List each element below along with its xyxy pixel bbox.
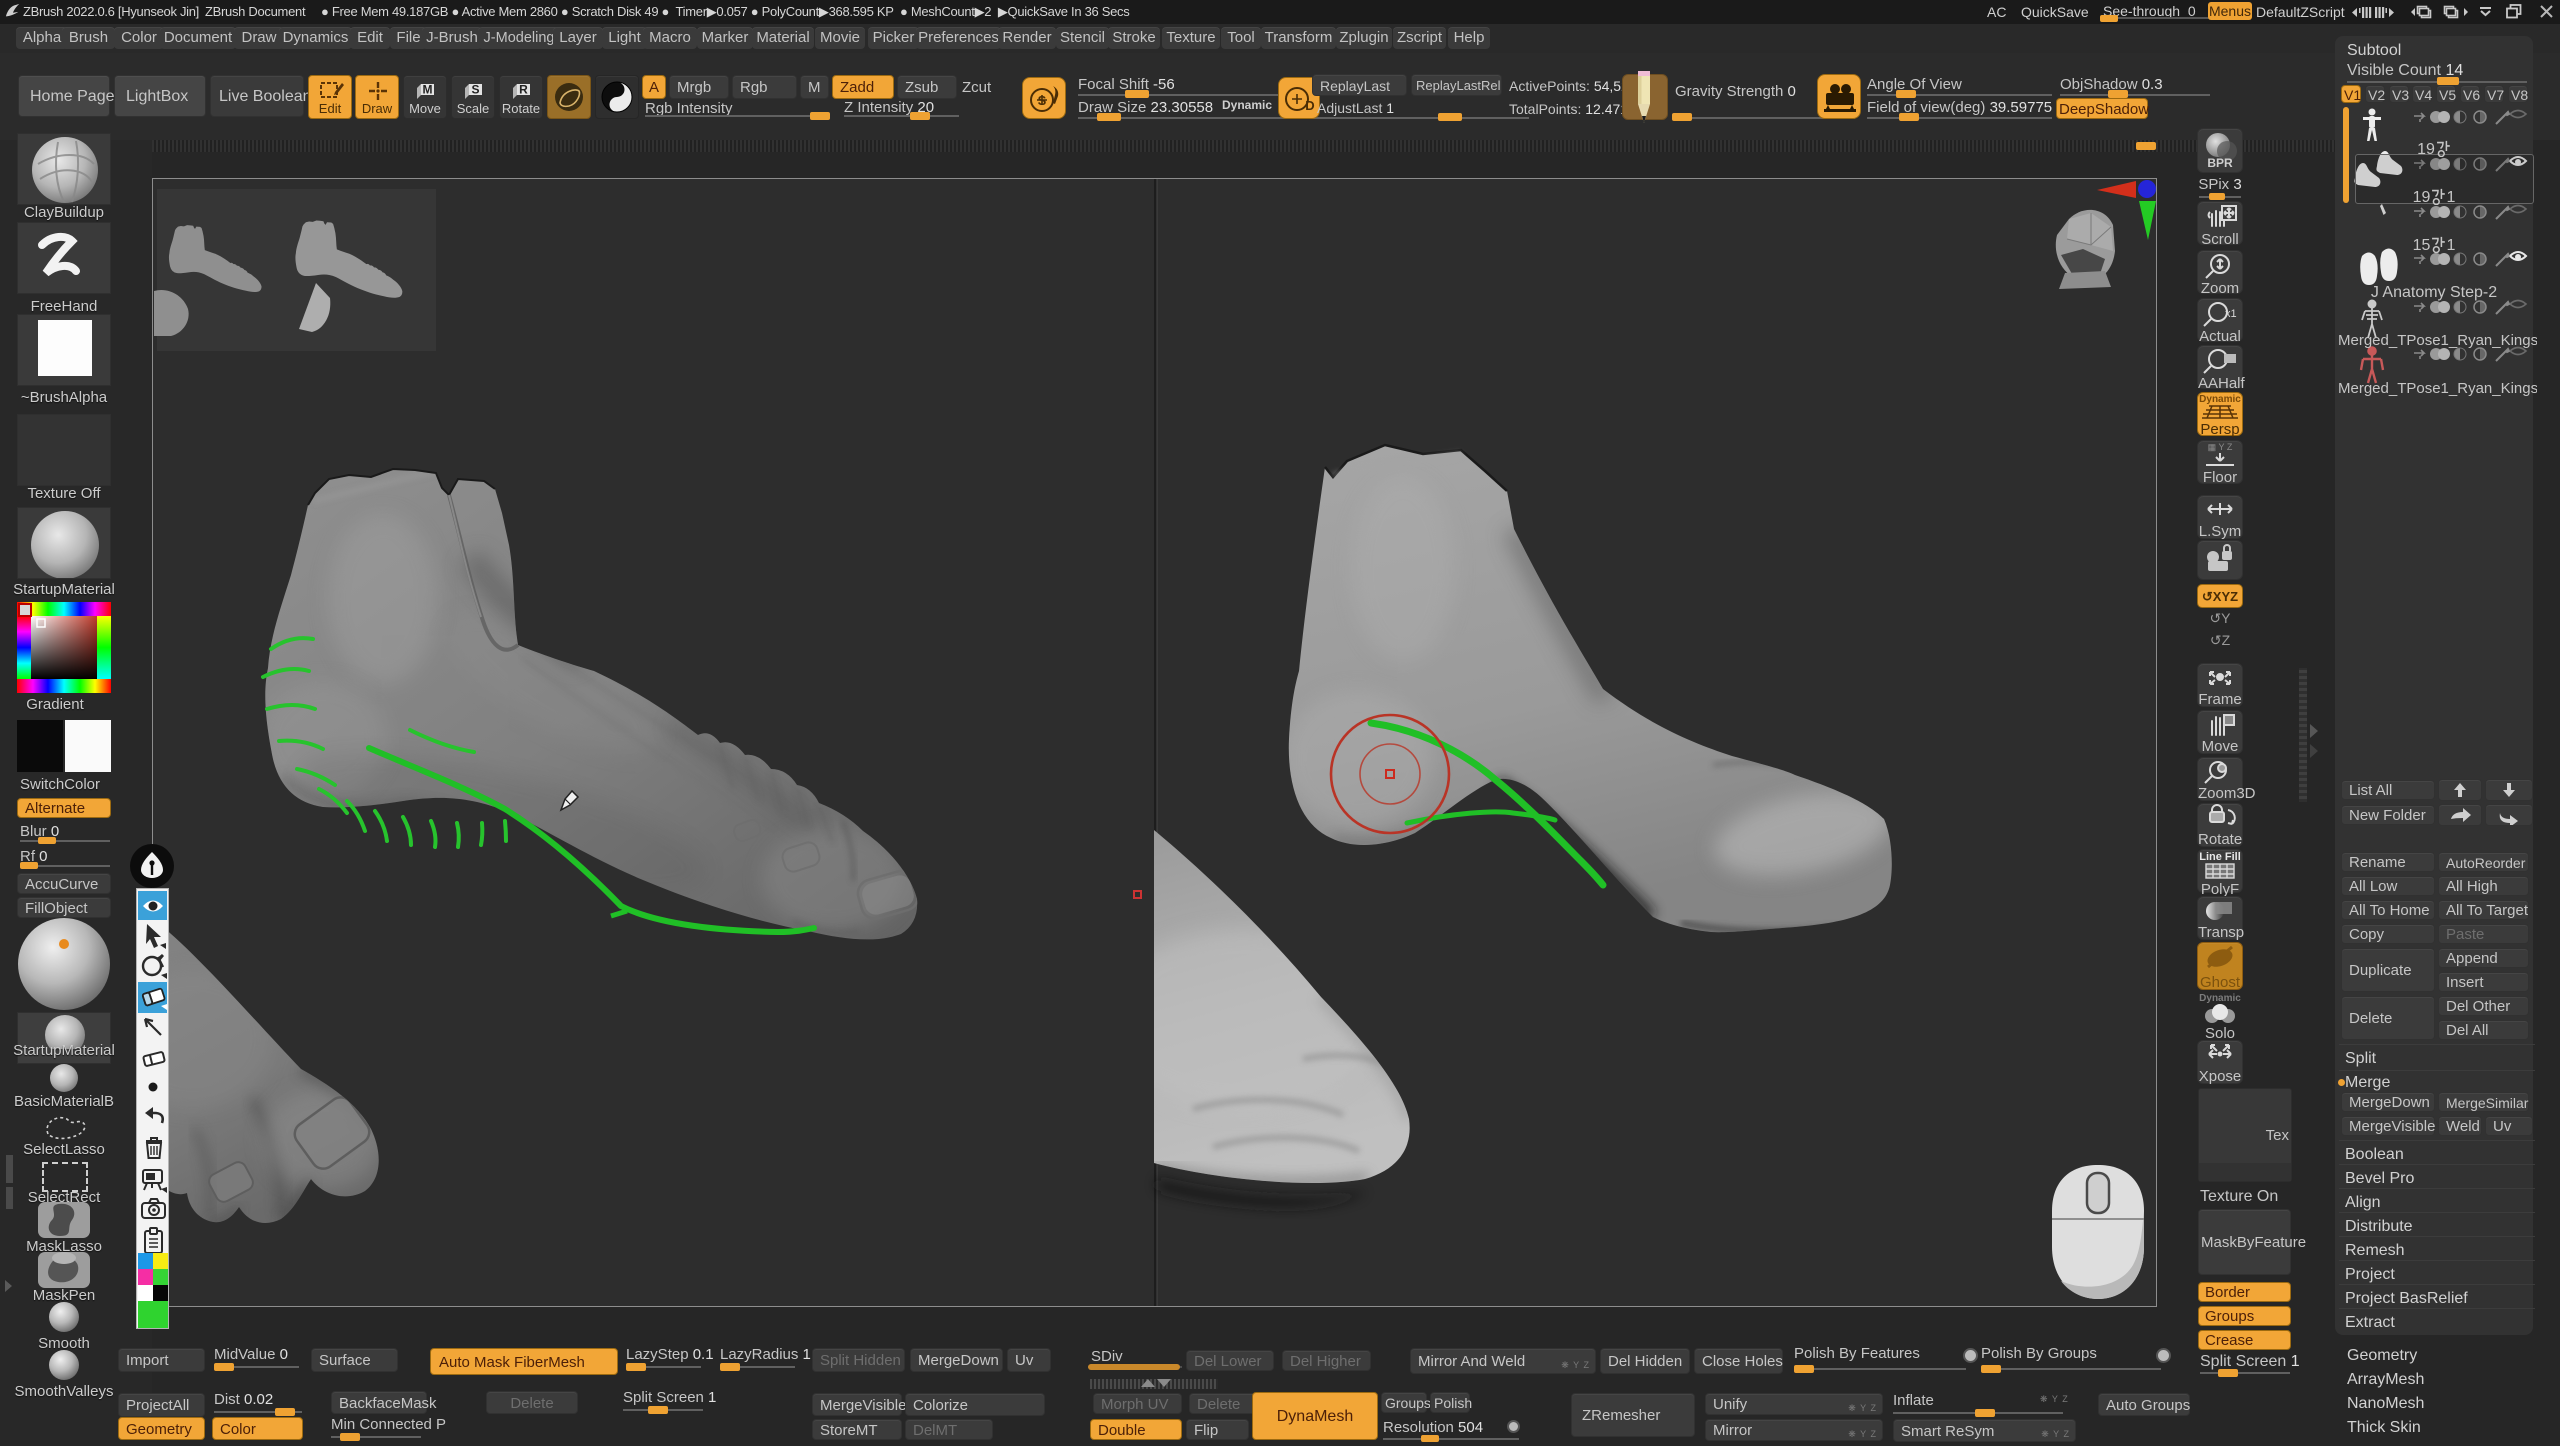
svg-text:R: R [519,83,528,97]
svg-text:D: D [1305,98,1314,113]
svg-text:M: M [423,83,433,97]
svg-text:BPR: BPR [2207,156,2233,170]
svg-text:x1: x1 [2225,308,2237,320]
svg-text:S: S [471,83,479,97]
